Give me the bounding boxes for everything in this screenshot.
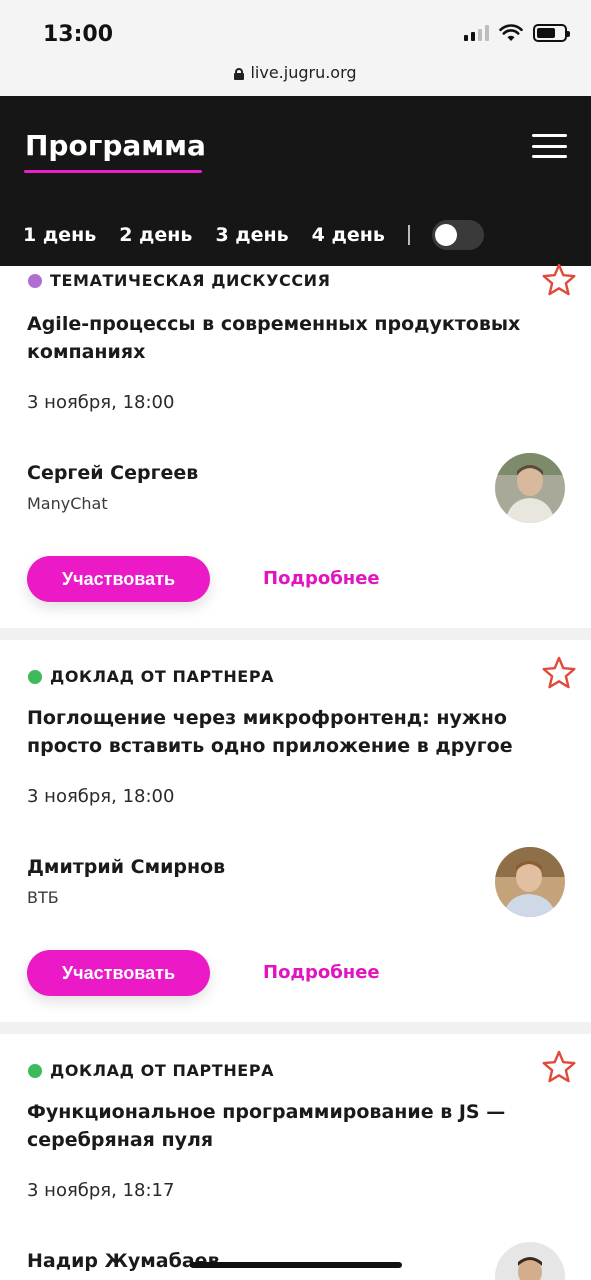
talk-card: ДОКЛАД ОТ ПАРТНЕРА Функциональное програ… (0, 1034, 591, 1280)
address-bar[interactable]: live.jugru.org (0, 63, 591, 82)
status-time: 13:00 (43, 22, 114, 47)
card-separator (0, 628, 591, 640)
favorite-star-icon[interactable] (541, 1049, 577, 1085)
hamburger-menu-icon[interactable] (532, 134, 567, 158)
talk-date: 3 ноября, 18:17 (27, 1180, 175, 1201)
theme-toggle[interactable] (431, 220, 484, 250)
talk-title[interactable]: Agile-процессы в современных продуктовых… (27, 310, 547, 366)
tag-dot-icon (28, 273, 42, 288)
speaker-avatar (495, 1242, 565, 1280)
tag-dot-icon (28, 1063, 42, 1078)
tab-day-2[interactable]: 2 день (119, 224, 192, 246)
talk-tag-label: ТЕМАТИЧЕСКАЯ ДИСКУССИЯ (50, 271, 331, 290)
talk-card: ДОКЛАД ОТ ПАРТНЕРА Поглощение через микр… (0, 640, 591, 1022)
favorite-star-icon[interactable] (541, 262, 577, 298)
wifi-icon (499, 24, 523, 41)
url-text: live.jugru.org (250, 63, 357, 82)
lock-icon (234, 67, 245, 80)
tab-day-1[interactable]: 1 день (23, 224, 96, 246)
cellular-signal-icon (464, 25, 489, 41)
day-tabs: 1 день 2 день 3 день 4 день (23, 220, 484, 250)
participate-button[interactable]: Участвовать (27, 950, 210, 996)
speaker-avatar (495, 453, 565, 523)
tabs-divider (407, 225, 410, 245)
details-link[interactable]: Подробнее (263, 568, 380, 589)
card-separator (0, 1022, 591, 1034)
talk-title[interactable]: Поглощение через микрофронтенд: нужно пр… (27, 704, 547, 760)
talk-tag: ТЕМАТИЧЕСКАЯ ДИСКУССИЯ (28, 271, 331, 290)
site-header: Программа 1 день 2 день 3 день 4 день (0, 96, 591, 266)
status-icons (464, 24, 570, 42)
details-link[interactable]: Подробнее (263, 962, 380, 983)
speaker-company: ManyChat (27, 494, 108, 513)
talk-date: 3 ноября, 18:00 (27, 786, 175, 807)
tag-dot-icon (28, 669, 42, 684)
tab-day-3[interactable]: 3 день (215, 224, 288, 246)
battery-icon (533, 24, 570, 42)
talk-tag: ДОКЛАД ОТ ПАРТНЕРА (28, 667, 274, 686)
speaker-name: Надир Жумабаев (27, 1250, 220, 1272)
speaker-company: ВТБ (27, 888, 59, 907)
tab-day-4[interactable]: 4 день (312, 224, 385, 246)
home-indicator (190, 1262, 402, 1268)
speaker-name: Сергей Сергеев (27, 462, 199, 484)
talk-tag: ДОКЛАД ОТ ПАРТНЕРА (28, 1061, 274, 1080)
browser-top-bar: 13:00 live.jugru.org (0, 0, 591, 96)
talk-date: 3 ноября, 18:00 (27, 392, 175, 413)
talk-title[interactable]: Функциональное программирование в JS — с… (27, 1098, 547, 1154)
speaker-avatar (495, 847, 565, 917)
page-title: Программа (25, 129, 206, 162)
toggle-knob (434, 224, 457, 246)
participate-button[interactable]: Участвовать (27, 556, 210, 602)
title-underline (24, 170, 202, 173)
talk-tag-label: ДОКЛАД ОТ ПАРТНЕРА (50, 1061, 275, 1080)
speaker-name: Дмитрий Смирнов (27, 856, 226, 878)
talk-tag-label: ДОКЛАД ОТ ПАРТНЕРА (50, 667, 275, 686)
favorite-star-icon[interactable] (541, 655, 577, 691)
talk-card: ТЕМАТИЧЕСКАЯ ДИСКУССИЯ Agile-процессы в … (0, 263, 591, 628)
